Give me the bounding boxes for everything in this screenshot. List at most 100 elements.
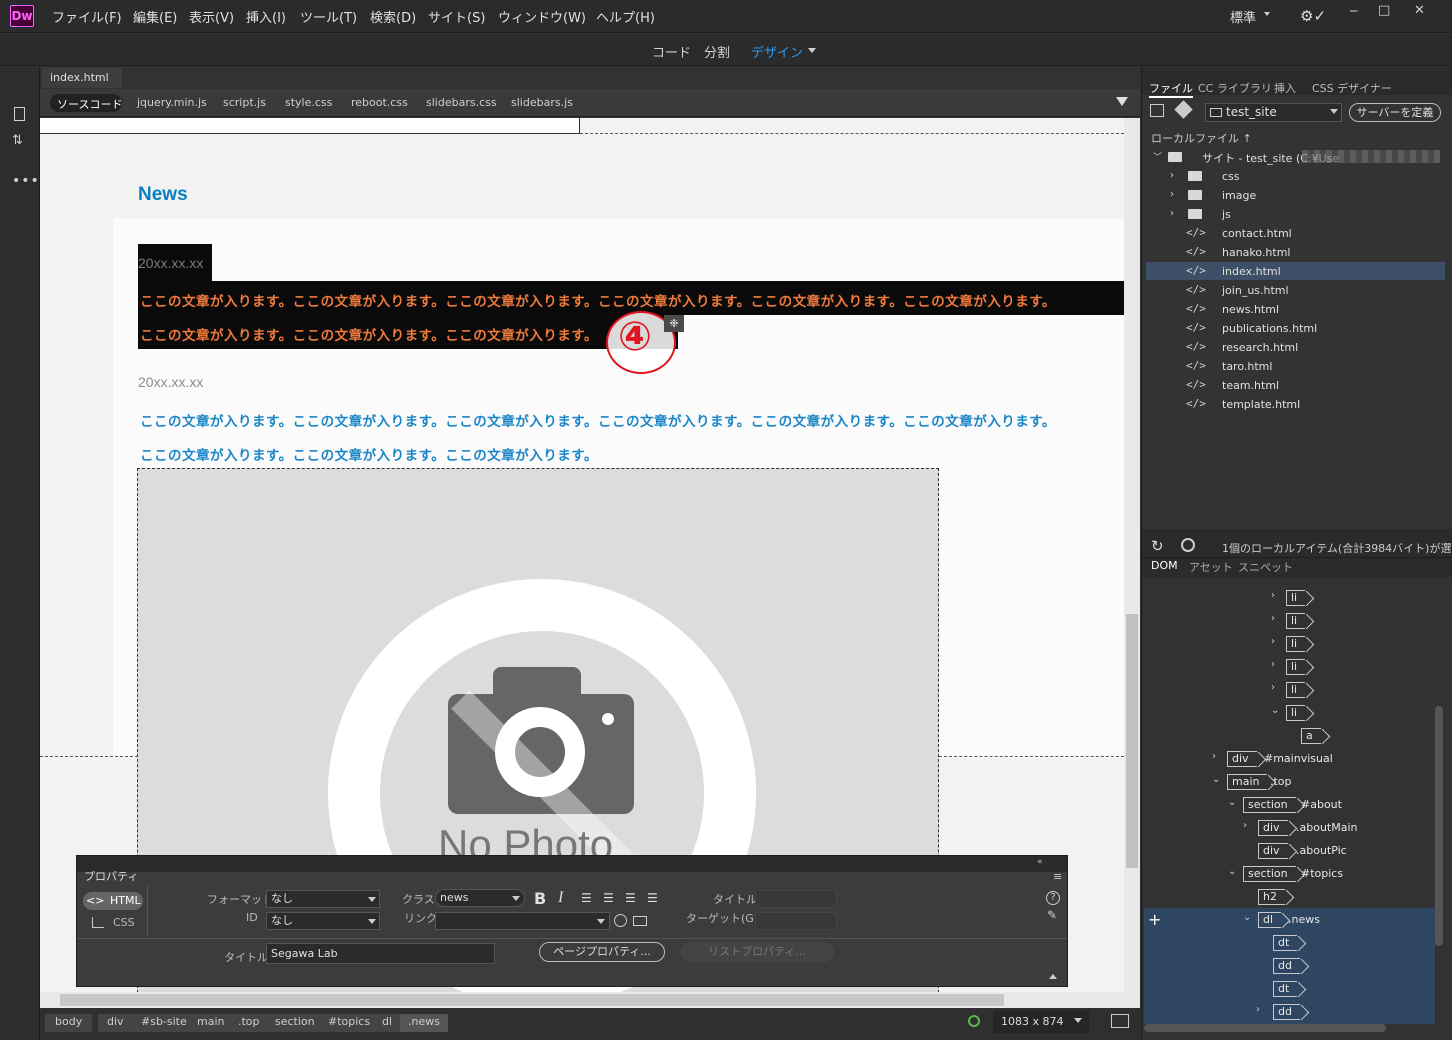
related-reboot[interactable]: reboot.css: [351, 96, 408, 109]
crumb-main[interactable]: main: [188, 1014, 234, 1032]
close-button[interactable]: ✕: [1414, 3, 1425, 18]
link-input[interactable]: [435, 912, 610, 930]
crumb-section[interactable]: section: [266, 1014, 324, 1032]
tab-assets[interactable]: アセット: [1189, 559, 1233, 575]
menu-help[interactable]: ヘルプ(H): [596, 7, 655, 26]
dom-node-a[interactable]: a: [1301, 728, 1321, 744]
globe-icon[interactable]: [1181, 538, 1195, 552]
hscroll-thumb[interactable]: [60, 994, 1004, 1006]
vscroll-thumb[interactable]: [1126, 614, 1138, 868]
dom-node-section[interactable]: section: [1243, 866, 1296, 882]
element-handle-icon[interactable]: ❉: [664, 315, 684, 332]
menu-window[interactable]: ウィンドウ(W): [498, 7, 586, 26]
page-properties-button[interactable]: ページプロパティ...: [539, 942, 665, 962]
add-element-button[interactable]: +: [1148, 910, 1161, 929]
news-text-2a[interactable]: ここの文章が入ります。ここの文章が入ります。ここの文章が入ります。ここの文章が入…: [140, 410, 1056, 430]
dom-collapse-icon[interactable]: ⌄: [1228, 797, 1236, 808]
minimize-button[interactable]: ─: [1350, 4, 1357, 18]
dom-hscroll-thumb[interactable]: [1144, 1024, 1386, 1032]
more-tools-icon[interactable]: •••: [12, 173, 40, 189]
news-text-1b[interactable]: ここの文章が入ります。ここの文章が入ります。ここの文章が入ります。: [140, 324, 598, 344]
dom-expand-icon[interactable]: ›: [1271, 613, 1275, 624]
window-size-chevron-icon[interactable]: [1074, 1018, 1082, 1023]
view-code-button[interactable]: コード: [652, 42, 691, 61]
tab-cc-libraries[interactable]: CC ライブラリ: [1198, 80, 1272, 96]
dom-node-section[interactable]: section: [1243, 797, 1296, 813]
tab-files[interactable]: ファイル: [1149, 80, 1193, 98]
title-attr-input[interactable]: [755, 890, 837, 908]
dom-node-li[interactable]: li: [1286, 590, 1306, 606]
connect-icon[interactable]: [1150, 104, 1164, 117]
dom-collapse-icon[interactable]: ⌄: [1271, 705, 1279, 716]
related-slidebars-css[interactable]: slidebars.css: [426, 96, 497, 109]
target-select[interactable]: [755, 912, 837, 930]
file-publications[interactable]: publications.html: [1222, 322, 1317, 335]
news-date-1[interactable]: 20xx.xx.xx: [138, 255, 203, 271]
canvas-vertical-scrollbar[interactable]: [1124, 118, 1140, 992]
expand-panel-icon[interactable]: [1049, 974, 1057, 979]
canvas-horizontal-scrollbar[interactable]: [40, 992, 1140, 1008]
point-to-file-icon[interactable]: [614, 914, 627, 927]
crumb-topics[interactable]: #topics: [320, 1014, 379, 1032]
chevron-down-icon[interactable]: [1264, 12, 1270, 16]
crumb-body[interactable]: body: [45, 1014, 93, 1032]
dom-node-li[interactable]: li: [1286, 659, 1306, 675]
dom-node-li[interactable]: li: [1286, 613, 1306, 629]
dom-expand-icon[interactable]: ›: [1243, 820, 1247, 831]
news-text-1a[interactable]: ここの文章が入ります。ここの文章が入ります。ここの文章が入ります。ここの文章が入…: [140, 290, 1056, 310]
tab-insert[interactable]: 挿入: [1274, 80, 1296, 96]
file-template[interactable]: template.html: [1222, 398, 1300, 411]
folder-expand-icon[interactable]: ›: [1170, 170, 1174, 181]
menu-view[interactable]: 表示(V): [189, 7, 234, 26]
dom-node-dd[interactable]: dd: [1273, 958, 1300, 974]
panel-menu-icon[interactable]: ≡: [1053, 870, 1062, 883]
dom-node-li[interactable]: li: [1286, 636, 1306, 652]
link-chevron-icon[interactable]: [597, 919, 605, 924]
quick-tag-editor-icon[interactable]: ✎: [1047, 908, 1057, 922]
file-news[interactable]: news.html: [1222, 303, 1279, 316]
filter-icon[interactable]: [1116, 97, 1128, 106]
define-server-button[interactable]: サーバーを定義: [1349, 103, 1441, 122]
tab-dom[interactable]: DOM: [1151, 559, 1178, 572]
crumb-news[interactable]: .news: [400, 1014, 448, 1032]
file-team[interactable]: team.html: [1222, 379, 1279, 392]
news-date-2[interactable]: 20xx.xx.xx: [138, 374, 203, 390]
tab-snippets[interactable]: スニペット: [1238, 559, 1293, 575]
page-title-input[interactable]: Segawa Lab: [266, 943, 495, 964]
help-icon[interactable]: ?: [1046, 891, 1060, 905]
indent-icon[interactable]: ☰: [647, 891, 658, 905]
crumb-sb-site[interactable]: #sb-site: [133, 1014, 195, 1032]
folder-css[interactable]: css: [1222, 170, 1240, 183]
site-chevron-icon[interactable]: [1330, 109, 1338, 114]
local-files-header[interactable]: ローカルファイル ↑: [1151, 130, 1252, 146]
file-index[interactable]: index.html: [1222, 265, 1281, 278]
related-source-code[interactable]: ソースコード: [57, 96, 122, 112]
file-join-us[interactable]: join_us.html: [1222, 284, 1289, 297]
dom-node-li[interactable]: li: [1286, 705, 1306, 721]
id-chevron-icon[interactable]: [368, 919, 376, 924]
html-mode-button[interactable]: HTML: [110, 894, 141, 907]
related-jquery[interactable]: jquery.min.js: [137, 96, 207, 109]
dom-collapse-icon[interactable]: ⌄: [1228, 866, 1236, 877]
menu-tools[interactable]: ツール(T): [300, 7, 357, 26]
crumb-dl[interactable]: dl: [373, 1014, 402, 1032]
menu-file[interactable]: ファイル(F): [52, 7, 122, 26]
dom-scrollbar-thumb[interactable]: [1435, 706, 1443, 946]
news-heading[interactable]: News: [138, 184, 188, 206]
bold-button[interactable]: B: [534, 889, 546, 908]
view-design-button[interactable]: デザイン: [751, 42, 803, 61]
crumb-top[interactable]: .top: [230, 1014, 268, 1032]
menu-insert[interactable]: 挿入(I): [246, 7, 286, 26]
refresh-icon[interactable]: ↻: [1151, 537, 1164, 555]
tab-index-html[interactable]: index.html ×: [42, 68, 122, 103]
no-errors-icon[interactable]: [968, 1015, 980, 1027]
dom-expand-icon[interactable]: ›: [1271, 590, 1275, 601]
tab-css-designer[interactable]: CSS デザイナー: [1312, 80, 1392, 96]
dom-expand-icon[interactable]: ›: [1212, 751, 1216, 762]
list-properties-button[interactable]: リストプロパティ...: [680, 942, 834, 962]
folder-js[interactable]: js: [1222, 208, 1231, 221]
id-select[interactable]: なし: [266, 912, 380, 930]
file-research[interactable]: research.html: [1222, 341, 1298, 354]
unordered-list-icon[interactable]: ☰: [581, 891, 592, 905]
italic-button[interactable]: I: [558, 889, 563, 907]
